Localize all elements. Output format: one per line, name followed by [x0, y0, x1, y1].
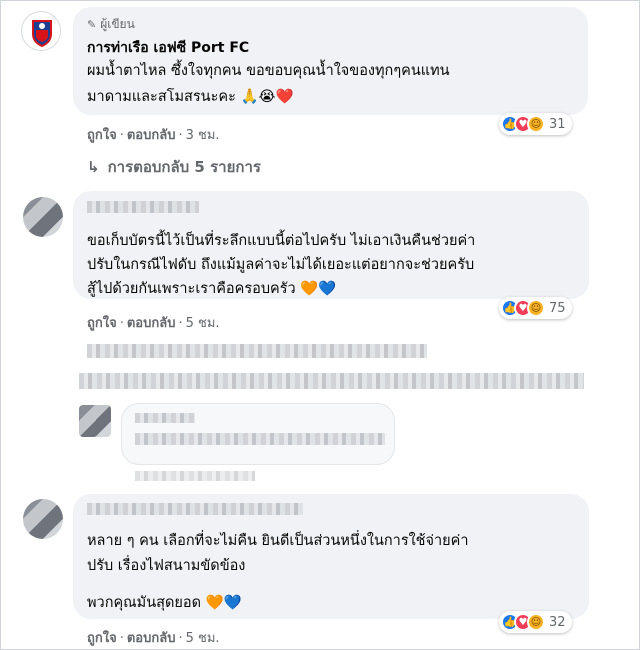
- reply-link[interactable]: ตอบกลับ: [127, 316, 176, 331]
- comment-text-line: ขอเก็บบัตรนี้ไว้เป็นที่ระลึกแบบนี้ต่อไปค…: [87, 233, 476, 249]
- blurred-reply-text: [135, 433, 385, 445]
- reply-avatar[interactable]: [79, 405, 111, 437]
- like-link[interactable]: ถูกใจ: [87, 128, 117, 143]
- comment-actions: ถูกใจ · ตอบกลับ · 3 ชม.: [87, 128, 220, 143]
- blurred-reply-author: [135, 413, 195, 423]
- blurred-commenter-name: [87, 503, 303, 515]
- comment-text-line: ปรับในกรณีไฟดับ ถึงแม้มูลค่าจะไม่ได้เยอะ…: [87, 257, 475, 273]
- comment-thread: ✎ ผู้เขียน การท่าเรือ เอฟซี Port FC ผมน้…: [0, 0, 640, 650]
- like-link[interactable]: ถูกใจ: [87, 631, 117, 646]
- author-badge-label: ผู้เขียน: [100, 17, 135, 31]
- reply-link[interactable]: ตอบกลับ: [127, 631, 176, 646]
- comment-time[interactable]: 5 ชม.: [186, 631, 220, 646]
- commenter-avatar[interactable]: [23, 197, 63, 237]
- port-fc-logo-icon: [23, 13, 60, 50]
- comment-text-line: หลาย ๆ คน เลือกที่จะไม่คืน ยินดีเป็นส่วน…: [87, 533, 469, 549]
- comment-author[interactable]: การท่าเรือ เอฟซี Port FC: [87, 37, 249, 59]
- reaction-summary[interactable]: 👍 ♥ ☺ 75: [499, 297, 572, 319]
- haha-reaction-icon: ☺: [527, 115, 545, 133]
- view-replies-link[interactable]: ↳ การตอบกลับ 5 รายการ: [87, 155, 261, 179]
- blurred-reply-line: [79, 373, 584, 389]
- commenter-avatar[interactable]: [23, 499, 63, 539]
- comment-time[interactable]: 5 ชม.: [186, 316, 220, 331]
- author-badge: ✎ ผู้เขียน: [87, 15, 135, 34]
- like-link[interactable]: ถูกใจ: [87, 316, 117, 331]
- comment-actions: ถูกใจ · ตอบกลับ · 5 ชม.: [87, 631, 220, 646]
- reaction-count: 75: [549, 300, 566, 316]
- reaction-summary[interactable]: 👍 ♥ ☺ 31: [499, 113, 572, 135]
- port-fc-avatar[interactable]: [21, 11, 61, 51]
- comment-text-line: มาดามและสโมสรนะคะ 🙏😭❤️: [87, 89, 294, 105]
- haha-reaction-icon: ☺: [527, 299, 545, 317]
- reaction-count: 31: [549, 116, 566, 132]
- comment-time[interactable]: 3 ชม.: [186, 128, 220, 143]
- blurred-commenter-name: [87, 201, 199, 213]
- pencil-icon: ✎: [87, 18, 97, 31]
- blurred-reply-line: [87, 344, 427, 358]
- comment-text-line: ผมน้ำตาไหล ซึ้งใจทุกคน ขอขอบคุณน้ำใจของท…: [87, 63, 450, 79]
- comment-text-line: สู้ไปด้วยกันเพราะเราคือครอบครัว 🧡💙: [87, 281, 337, 297]
- reaction-summary[interactable]: 👍 ♥ ☺ 32: [499, 611, 572, 633]
- haha-reaction-icon: ☺: [527, 613, 545, 631]
- comment-text-line: ปรับ เรื่องไฟสนามขัดข้อง: [87, 558, 246, 574]
- reaction-count: 32: [549, 614, 566, 630]
- comment-actions: ถูกใจ · ตอบกลับ · 5 ชม.: [87, 316, 220, 331]
- view-replies-label: การตอบกลับ 5 รายการ: [107, 158, 261, 176]
- reply-arrow-icon: ↳: [87, 158, 100, 176]
- reply-link[interactable]: ตอบกลับ: [127, 128, 176, 143]
- blurred-reply-meta: [135, 471, 255, 481]
- comment-text-line: พวกคุณมันสุดยอด 🧡💙: [87, 595, 242, 611]
